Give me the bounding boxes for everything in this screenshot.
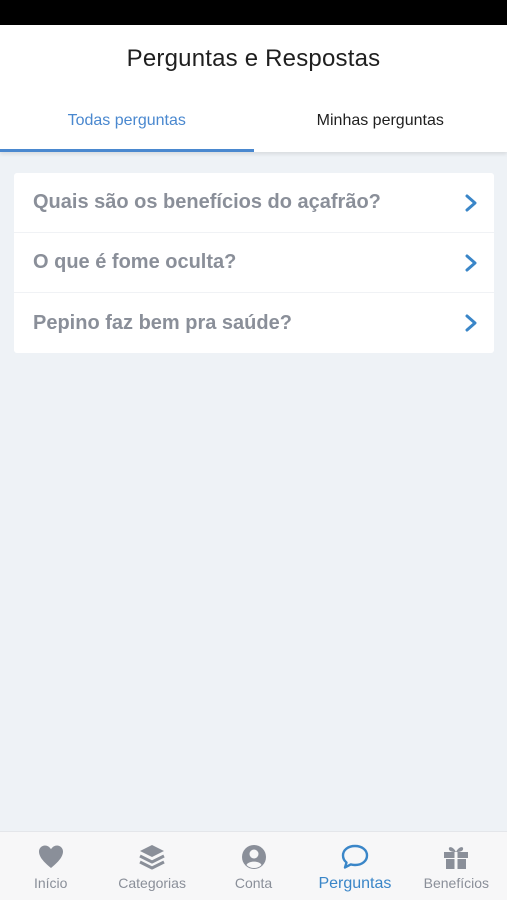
bottom-nav: Início Categorias Conta Perguntas Benefí… xyxy=(0,831,507,900)
question-text: Quais são os benefícios do açafrão? xyxy=(33,191,381,213)
chevron-right-icon xyxy=(465,194,477,211)
tab-my-questions[interactable]: Minhas perguntas xyxy=(254,101,507,152)
tab-bar: Todas perguntas Minhas perguntas xyxy=(0,101,507,152)
nav-label: Perguntas xyxy=(318,875,392,892)
question-item-1[interactable]: Quais são os benefícios do açafrão? xyxy=(14,173,494,233)
question-text: Pepino faz bem pra saúde? xyxy=(33,311,292,334)
chevron-right-icon xyxy=(465,254,477,271)
nav-item-beneficios[interactable]: Benefícios xyxy=(406,832,507,900)
nav-item-perguntas[interactable]: Perguntas xyxy=(304,832,405,900)
nav-label: Início xyxy=(33,875,68,891)
layers-icon xyxy=(139,845,165,870)
header: Perguntas e Respostas Todas perguntas Mi… xyxy=(0,25,507,152)
nav-item-conta[interactable]: Conta xyxy=(203,832,304,900)
tab-all-questions[interactable]: Todas perguntas xyxy=(0,101,254,152)
user-circle-icon xyxy=(241,845,266,869)
nav-label: Categorias xyxy=(118,875,186,891)
page-title: Perguntas e Respostas xyxy=(126,45,381,72)
question-text: O que é fome oculta? xyxy=(33,251,237,273)
status-bar xyxy=(0,0,507,25)
nav-item-categorias[interactable]: Categorias xyxy=(101,832,202,900)
chat-bubble-icon xyxy=(341,844,369,869)
nav-label: Benefícios xyxy=(423,875,490,891)
nav-item-inicio[interactable]: Início xyxy=(0,832,101,900)
heart-icon xyxy=(38,845,63,868)
gift-icon xyxy=(444,847,469,869)
question-item-3[interactable]: Pepino faz bem pra saúde? xyxy=(14,293,494,353)
nav-label: Conta xyxy=(234,875,273,891)
questions-list: Quais são os benefícios do açafrão? O qu… xyxy=(14,173,494,353)
chevron-right-icon xyxy=(465,314,477,332)
question-item-2[interactable]: O que é fome oculta? xyxy=(14,233,494,293)
app-screen: Perguntas e Respostas Todas perguntas Mi… xyxy=(0,0,507,900)
